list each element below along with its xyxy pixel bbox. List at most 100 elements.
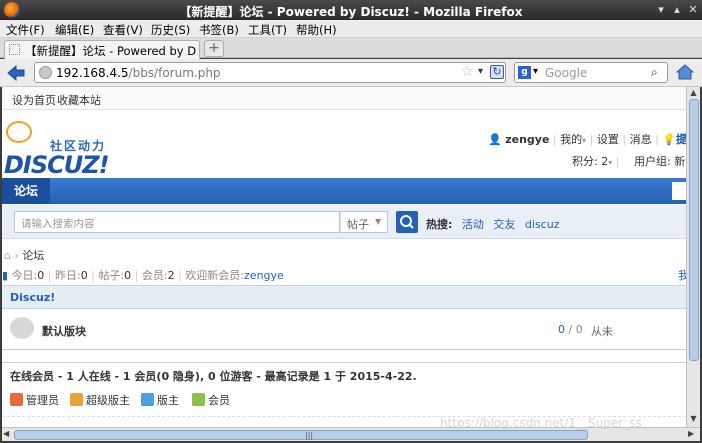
scroll-left-icon[interactable]: ◀ xyxy=(3,429,9,438)
forum-bubble-icon xyxy=(10,317,34,339)
new-tab-button[interactable]: + xyxy=(204,40,224,57)
hot-link-activity[interactable]: 活动 xyxy=(462,218,484,231)
forum-threads: 0 xyxy=(558,323,565,336)
group-link[interactable]: 用户组: 新手 xyxy=(634,155,686,168)
hot-link-discuz[interactable]: discuz xyxy=(525,218,560,231)
search-button[interactable] xyxy=(396,211,418,233)
admin-icon xyxy=(10,393,23,406)
window-titlebar: 【新提醒】论坛 - Powered by Discuz! - Mozilla F… xyxy=(0,0,702,20)
remind-link[interactable]: 提醒(1) xyxy=(676,133,686,146)
forum-row: 默认版块 0 / 0 从未 xyxy=(2,310,686,350)
scroll-down-icon[interactable]: ▼ xyxy=(688,414,699,425)
minimize-button[interactable]: ▾ xyxy=(654,3,668,17)
search-placeholder: 请输入搜索内容 xyxy=(21,218,95,230)
home-icon[interactable] xyxy=(676,64,694,80)
hot-link-friends[interactable]: 交友 xyxy=(493,218,515,231)
legend-supermod: 超级版主 xyxy=(70,392,130,408)
category-header: Discuz! xyxy=(2,285,686,309)
legend-admin: 管理员 xyxy=(10,392,59,408)
menu-view[interactable]: 查看(V) xyxy=(103,22,143,38)
members-count: 2 xyxy=(167,269,175,282)
url-bar[interactable]: 192.168.4.5/bbs/forum.php ☆ ▾ ↻ xyxy=(34,62,506,83)
bookmark-site-link[interactable]: 收藏本站 xyxy=(57,92,101,108)
settings-link[interactable]: 设置 xyxy=(597,133,619,146)
menu-bar: 文件(F) 编辑(E) 查看(V) 历史(S) 书签(B) 工具(T) 帮助(H… xyxy=(0,20,702,38)
messages-link[interactable]: 消息 xyxy=(630,133,652,146)
close-button[interactable]: ✕ xyxy=(686,3,700,17)
reload-icon[interactable]: ↻ xyxy=(490,65,504,79)
posts-count: 0 xyxy=(124,269,132,282)
newest-member-link[interactable]: zengye xyxy=(244,269,284,282)
menu-edit[interactable]: 编辑(E) xyxy=(55,22,94,38)
user-stats: 积分: 2▾ | xyxy=(572,155,620,168)
binoculars-icon[interactable]: ⌕ xyxy=(651,65,658,80)
user-icon: 👤 xyxy=(488,133,502,146)
scroll-up-icon[interactable]: ▲ xyxy=(688,88,699,99)
legend-mod: 版主 xyxy=(141,392,179,408)
vertical-scroll-thumb[interactable] xyxy=(689,99,699,361)
forum-counts: 0 / 0 xyxy=(558,323,583,336)
points-dropdown-icon[interactable]: ▾ xyxy=(608,158,612,167)
online-summary[interactable]: 在线会员 - 1 人在线 - 1 会员(0 隐身), 0 位游客 - 最高记录是… xyxy=(10,368,417,384)
hot-searches: 热搜: 活动 交友 discuz xyxy=(426,216,559,232)
forum-search-input[interactable]: 请输入搜索内容 xyxy=(14,211,340,233)
legend-member: 会员 xyxy=(192,392,230,408)
nav-tab-forum[interactable]: 论坛 xyxy=(2,178,50,204)
bookmark-star-icon[interactable]: ☆ xyxy=(461,64,474,80)
set-homepage-link[interactable]: 设为首页 xyxy=(12,92,56,108)
chart-icon: ▮ xyxy=(2,269,9,282)
search-type-value: 帖子 xyxy=(347,218,369,231)
menu-bookmarks[interactable]: 书签(B) xyxy=(199,22,239,38)
user-menu: 👤 zengye | 我的▾ | 设置 | 消息 | 💡提醒(1) xyxy=(488,131,686,147)
scroll-right-icon[interactable]: ▶ xyxy=(688,429,694,438)
search-engine-placeholder: Google xyxy=(545,66,588,80)
site-topbar: 设为首页 收藏本站 xyxy=(2,87,686,110)
forum-name-link[interactable]: 默认版块 xyxy=(42,323,86,339)
tab-title: 【新提醒】论坛 - Powered by Di... xyxy=(25,44,197,58)
url-dropdown-icon[interactable]: ▾ xyxy=(478,66,483,77)
navigation-toolbar: 192.168.4.5/bbs/forum.php ☆ ▾ ↻ g ▾ Goog… xyxy=(0,59,702,87)
menu-tools[interactable]: 工具(T) xyxy=(248,22,287,38)
my-dropdown-icon[interactable]: ▾ xyxy=(582,136,586,145)
forum-posts: 0 xyxy=(575,323,583,336)
forum-last-post: 从未 xyxy=(591,325,613,338)
watermark-text: https://blog.csdn.net/1__Super_ss xyxy=(440,416,642,430)
url-path: /bbs/forum.php xyxy=(128,66,221,80)
browser-tab[interactable]: 【新提醒】论坛 - Powered by Di... xyxy=(4,40,200,59)
vertical-scrollbar[interactable]: ▲ ▼ xyxy=(686,87,700,427)
yesterday-count: 0 xyxy=(80,269,88,282)
url-host: 192.168.4.5 xyxy=(56,66,129,80)
bulb-icon: 💡 xyxy=(662,133,676,146)
supermod-icon xyxy=(70,393,83,406)
nav-quick-box[interactable] xyxy=(672,182,686,200)
url-text[interactable]: 192.168.4.5/bbs/forum.php xyxy=(56,66,221,80)
back-arrow-icon[interactable] xyxy=(6,64,26,82)
horizontal-scroll-thumb[interactable]: ||| xyxy=(14,430,588,440)
forum-stats: ▮ 今日:0 | 昨日:0 | 帖子:0 | 会员:2 | 欢迎新会员:zeng… xyxy=(2,269,284,282)
menu-history[interactable]: 历史(S) xyxy=(151,22,190,38)
logo-name: DISCUZ! xyxy=(4,151,110,179)
web-search-bar[interactable]: g ▾ Google ⌕ xyxy=(514,62,668,83)
menu-help[interactable]: 帮助(H) xyxy=(296,22,337,38)
tab-bar: 【新提醒】论坛 - Powered by Di... + xyxy=(0,38,702,59)
user-group: 用户组: 新手 xyxy=(634,153,686,169)
engine-dropdown-icon[interactable]: ▾ xyxy=(533,66,538,77)
maximize-button[interactable]: ▴ xyxy=(670,3,684,17)
member-icon xyxy=(192,393,205,406)
breadcrumb-forum[interactable]: 论坛 xyxy=(22,249,44,262)
discuz-logo[interactable]: 社区动力 DISCUZ! xyxy=(2,117,122,179)
my-link[interactable]: 我的 xyxy=(560,133,582,146)
category-title[interactable]: Discuz! xyxy=(10,291,55,304)
google-icon[interactable]: g xyxy=(518,66,531,79)
home-icon[interactable]: ⌂ xyxy=(4,249,11,262)
logo-bubble-icon xyxy=(6,121,32,143)
username-link[interactable]: zengye xyxy=(505,133,549,146)
points-link[interactable]: 积分: 2 xyxy=(572,155,608,168)
today-count: 0 xyxy=(37,269,45,282)
forum-search-row: 请输入搜索内容 帖子 ▼ 热搜: 活动 交友 discuz xyxy=(2,205,686,239)
stats-right-link[interactable]: 我 xyxy=(678,267,686,283)
main-nav: 论坛 xyxy=(2,178,686,204)
search-type-select[interactable]: 帖子 ▼ xyxy=(340,211,388,233)
window-title: 【新提醒】论坛 - Powered by Discuz! - Mozilla F… xyxy=(179,5,523,19)
menu-file[interactable]: 文件(F) xyxy=(6,22,45,38)
